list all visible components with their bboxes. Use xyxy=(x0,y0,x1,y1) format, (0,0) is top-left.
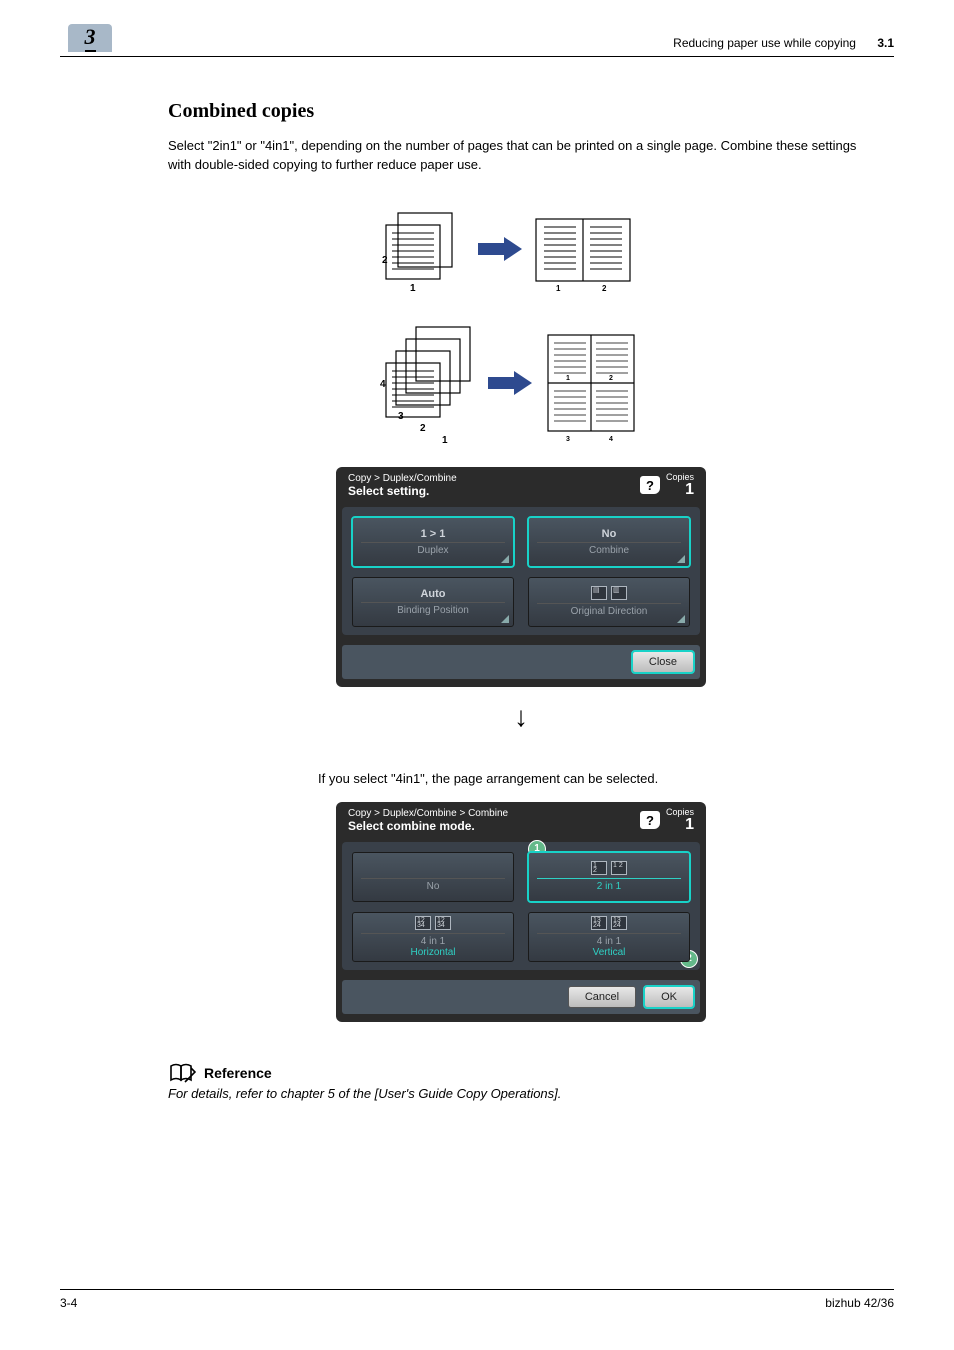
intro-paragraph: Select "2in1" or "4in1", depending on th… xyxy=(168,137,874,175)
svg-text:1: 1 xyxy=(442,435,448,446)
original-direction-option[interactable]: ▤▥ Original Direction xyxy=(528,577,690,627)
binding-position-option[interactable]: Auto Binding Position xyxy=(352,577,514,627)
section-heading: Combined copies xyxy=(168,100,874,123)
svg-text:4: 4 xyxy=(609,436,613,443)
svg-text:1: 1 xyxy=(566,375,570,382)
page-number: 3-4 xyxy=(60,1296,77,1310)
reference-block: Reference xyxy=(168,1062,874,1084)
svg-text:2: 2 xyxy=(602,284,607,293)
submenu-icon xyxy=(501,555,509,563)
duplex-combine-panel: Copy > Duplex/Combine Select setting. ? … xyxy=(336,467,706,687)
help-icon[interactable]: ? xyxy=(640,811,660,829)
combine-no-option[interactable]: No xyxy=(352,852,514,902)
2in1-icon: 121 2 xyxy=(591,861,627,875)
down-arrow-icon: ↓ xyxy=(168,701,874,733)
svg-text:3: 3 xyxy=(566,436,570,443)
submenu-icon xyxy=(677,615,685,623)
cancel-button[interactable]: Cancel xyxy=(568,986,636,1008)
product-name: bizhub 42/36 xyxy=(825,1296,894,1310)
page-footer: 3-4 bizhub 42/36 xyxy=(60,1289,894,1310)
4in1-v-icon: 13241324 xyxy=(591,916,627,930)
panel-subtitle: Select combine mode. xyxy=(348,819,508,833)
svg-text:1: 1 xyxy=(556,284,561,293)
header-rule xyxy=(60,56,894,57)
svg-text:1: 1 xyxy=(410,283,416,294)
reference-text: For details, refer to chapter 5 of the [… xyxy=(168,1086,874,1101)
submenu-icon xyxy=(501,615,509,623)
book-icon xyxy=(168,1062,196,1084)
running-title: Reducing paper use while copying xyxy=(673,36,856,50)
panel-subtitle: Select setting. xyxy=(348,484,457,498)
svg-text:3: 3 xyxy=(398,411,404,422)
close-button[interactable]: Close xyxy=(632,651,694,673)
breadcrumb: Copy > Duplex/Combine xyxy=(348,473,457,485)
svg-text:2: 2 xyxy=(609,375,613,382)
chapter-number: 3 xyxy=(85,24,96,52)
submenu-icon xyxy=(677,555,685,563)
reference-title: Reference xyxy=(204,1065,272,1081)
combine-4in1-vertical-option[interactable]: 13241324 4 in 1Vertical xyxy=(528,912,690,962)
combine-diagram: 2 1 xyxy=(168,197,874,457)
running-header: Reducing paper use while copying 3.1 xyxy=(673,36,894,50)
combine-option[interactable]: No Combine xyxy=(528,517,690,567)
ok-button[interactable]: OK xyxy=(644,986,694,1008)
orientation-icon: ▤▥ xyxy=(591,586,627,600)
duplex-option[interactable]: 1 > 1 Duplex xyxy=(352,517,514,567)
combine-mode-panel: Copy > Duplex/Combine > Combine Select c… xyxy=(336,802,706,1022)
svg-text:4: 4 xyxy=(380,379,386,390)
help-icon[interactable]: ? xyxy=(640,476,660,494)
breadcrumb: Copy > Duplex/Combine > Combine xyxy=(348,808,508,820)
chapter-tab: 3 xyxy=(68,24,112,52)
copies-indicator: Copies 1 xyxy=(666,808,694,833)
combine-4in1-horizontal-option[interactable]: 12341234 4 in 1Horizontal xyxy=(352,912,514,962)
svg-text:2: 2 xyxy=(382,255,388,266)
combine-2in1-option[interactable]: 121 2 2 in 1 xyxy=(528,852,690,902)
midtext: If you select "4in1", the page arrangeme… xyxy=(318,771,874,786)
section-number: 3.1 xyxy=(877,36,894,50)
4in1-h-icon: 12341234 xyxy=(415,916,451,930)
svg-text:2: 2 xyxy=(420,423,426,434)
copies-indicator: Copies 1 xyxy=(666,473,694,498)
